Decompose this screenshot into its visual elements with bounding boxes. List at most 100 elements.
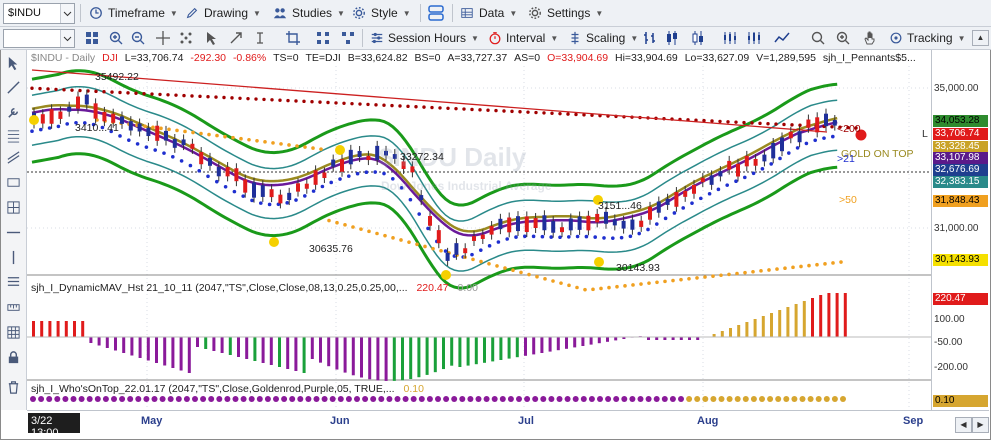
dots-icon[interactable] — [178, 30, 194, 46]
histogram-bar — [483, 337, 486, 363]
interval-input[interactable] — [3, 29, 75, 48]
candlestick-hollow-icon[interactable] — [690, 30, 706, 46]
swing-point-marker — [335, 145, 345, 155]
histogram-bar — [532, 337, 536, 355]
horizontal-line-icon[interactable] — [6, 225, 21, 240]
cursor-icon[interactable] — [203, 30, 219, 46]
interval-dropdown-button[interactable] — [60, 30, 74, 47]
histogram-bar — [729, 328, 732, 337]
settings-label: Settings — [547, 6, 591, 20]
ma200-dot — [190, 94, 194, 98]
interval-button[interactable]: Interval ▼ — [488, 31, 558, 45]
zoom-in-icon[interactable] — [108, 30, 124, 46]
dynamic-mav-zero: 0.00 — [457, 282, 478, 294]
whos-on-top-dot — [783, 396, 790, 402]
ma50-dot — [159, 126, 163, 131]
zoom-icon[interactable] — [810, 30, 826, 46]
candle-body — [692, 184, 696, 194]
candle-pattern-icon[interactable] — [746, 30, 762, 46]
timeframe-button[interactable]: Timeframe ▼ — [88, 4, 178, 22]
histogram-bar — [48, 321, 52, 337]
candle-body — [216, 167, 221, 177]
ma50-dot — [487, 261, 491, 266]
ma200-dot — [566, 112, 570, 116]
scaling-button[interactable]: Scaling ▼ — [568, 31, 638, 45]
price-annotation: 3151...46 — [598, 200, 642, 212]
zoom-in-icon[interactable] — [835, 30, 851, 46]
time-axis[interactable]: 3/22 13:00 May Jun Jul Aug Sep ◀ ▶ — [27, 410, 989, 439]
studies-button[interactable]: Studies ▼ — [272, 4, 345, 22]
ma21-dot — [355, 171, 360, 176]
ma50-dot — [191, 130, 195, 135]
time-cursor-label: 3/22 13:00 — [28, 413, 80, 439]
ts-value: TS=0 — [273, 52, 299, 64]
cursor-icon[interactable] — [6, 56, 21, 71]
ma200-dot — [262, 97, 266, 102]
price-chart-canvas[interactable] — [27, 50, 931, 410]
style-button[interactable]: Style ▼ — [351, 4, 411, 22]
symbol-dropdown-button[interactable] — [60, 4, 74, 23]
price-tag-purple-ma: 33,107.98 — [933, 152, 988, 164]
candle-body — [560, 227, 564, 233]
bar-chart-icon[interactable] — [642, 30, 658, 46]
price-annotation: 30143.93 — [616, 262, 660, 274]
ma50-dot — [799, 264, 803, 269]
trash-icon[interactable] — [6, 380, 21, 395]
toolbar-scroll-up[interactable]: ▲ — [972, 30, 989, 46]
bid-size: BS=0 — [414, 52, 441, 64]
open-price: O=33,904.69 — [547, 52, 609, 64]
ma50-dot — [695, 276, 699, 280]
ma50-dot — [279, 142, 283, 146]
histogram-bar — [442, 337, 445, 370]
whos-on-top-dot — [281, 396, 288, 402]
candle-body — [155, 125, 160, 141]
drawing-button[interactable]: Drawing ▼ — [184, 4, 261, 22]
fib-icon[interactable] — [6, 128, 21, 143]
candle-body — [489, 226, 494, 235]
toolbar-separator — [420, 4, 421, 22]
crosshair-icon[interactable] — [155, 30, 171, 46]
scroll-left-button[interactable]: ◀ — [955, 417, 972, 433]
arrow-icon[interactable] — [228, 30, 244, 46]
tracking-button[interactable]: Tracking ▼ — [889, 31, 966, 45]
line-chart-icon[interactable] — [774, 30, 790, 46]
settings-button[interactable]: Settings ▼ — [527, 4, 603, 22]
grid-icon[interactable] — [6, 200, 21, 215]
vertical-line-icon[interactable] — [6, 250, 21, 265]
ma200-dot — [118, 90, 122, 95]
bid-price: B=33,624.82 — [347, 52, 408, 64]
price-axis[interactable]: 35,000.00 31,000.00 34,053.28 33,706.74 … — [931, 50, 990, 410]
layout-icon[interactable] — [427, 4, 445, 22]
text-cursor-icon[interactable] — [252, 30, 268, 46]
symbol-input[interactable]: $INDU — [3, 3, 75, 24]
scroll-right-button[interactable]: ▶ — [972, 417, 989, 433]
ma50-dot — [511, 268, 515, 273]
rectangle-icon[interactable] — [6, 175, 21, 190]
list-icon[interactable] — [6, 274, 21, 289]
grid-dots-icon[interactable] — [315, 30, 331, 46]
ma21-dot — [637, 231, 641, 236]
channel-icon[interactable] — [6, 150, 21, 165]
ma200-dot — [574, 112, 578, 117]
candle-pattern-icon[interactable] — [722, 30, 738, 46]
price-axis-tick: 31,000.00 — [934, 223, 979, 234]
hand-icon[interactable] — [862, 30, 878, 46]
trendline-icon[interactable] — [6, 80, 21, 95]
toolbar-separator — [80, 4, 81, 22]
crop-icon[interactable] — [285, 30, 301, 46]
chart-area[interactable]: $INDU Daily Dow Jones Industrial Average… — [27, 50, 931, 410]
candlestick-icon[interactable] — [664, 30, 680, 46]
data-button[interactable]: Data ▼ — [459, 4, 517, 22]
ma21-dot — [558, 235, 562, 240]
ma200-dot — [790, 123, 794, 127]
grid-icon[interactable] — [6, 325, 21, 340]
ma50-dot — [575, 285, 579, 290]
lock-icon[interactable] — [6, 350, 21, 365]
session-hours-button[interactable]: Session Hours ▼ — [370, 31, 479, 45]
zoom-out-icon[interactable] — [130, 30, 146, 46]
wrench-icon[interactable] — [6, 105, 21, 120]
ruler-icon[interactable] — [6, 300, 21, 315]
grid-dots-icon[interactable] — [340, 30, 356, 46]
grid-icon[interactable] — [84, 30, 100, 46]
drawing-tools-sidebar — [1, 50, 27, 410]
